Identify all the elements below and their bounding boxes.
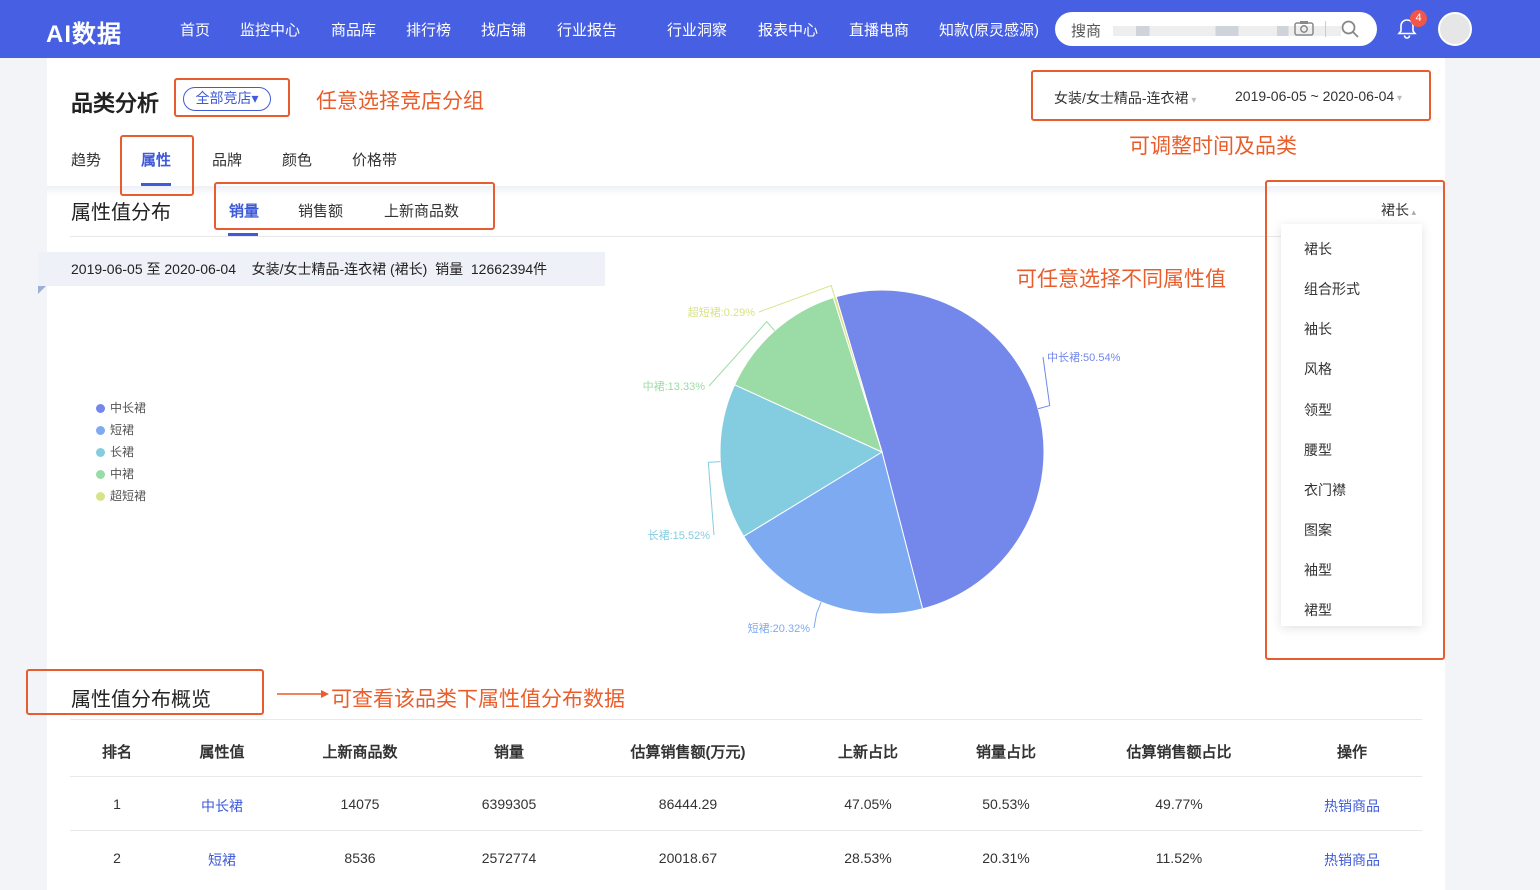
pie-leader-line: [707, 461, 721, 536]
legend-dot: [96, 470, 105, 479]
nav-report-center[interactable]: 报表中心: [758, 19, 818, 40]
legend-label: 短裙: [110, 423, 135, 437]
table-divider: [70, 830, 1422, 831]
camera-icon[interactable]: [1294, 20, 1314, 36]
annotation-box-metric: [214, 182, 495, 230]
pie-slice-label: 中长裙:50.54%: [1047, 351, 1121, 364]
arrow-right-icon: [277, 690, 329, 698]
pie-slice-label: 短裙:20.32%: [748, 621, 811, 635]
table-cell: 11.52%: [1155, 850, 1203, 866]
table-cell: 49.77%: [1155, 796, 1203, 812]
nav-find-store[interactable]: 找店铺: [481, 19, 526, 40]
app-logo[interactable]: AI数据: [46, 14, 122, 49]
hot-products-link[interactable]: 热销商品: [1324, 850, 1380, 870]
pie-slice-label: 长裙:15.52%: [648, 529, 711, 542]
legend-item[interactable]: 中长裙: [96, 401, 146, 415]
table-cell: 2: [113, 850, 121, 866]
legend-item[interactable]: 中裙: [96, 467, 134, 481]
annotation-overview: 可查看该品类下属性值分布数据: [331, 688, 625, 711]
table-cell: 20.31%: [982, 850, 1030, 866]
legend-dot: [96, 426, 105, 435]
table-header: 销量: [493, 744, 525, 761]
annotation-box-filters: [1031, 70, 1431, 121]
nav-rankings[interactable]: 排行榜: [406, 19, 451, 40]
legend-dot: [96, 448, 105, 457]
legend-dot: [96, 404, 105, 413]
table-header: 销量占比: [975, 744, 1037, 761]
table-header: 属性值: [199, 744, 245, 761]
nav-home[interactable]: 首页: [180, 19, 210, 40]
tab-color[interactable]: 颜色: [282, 149, 312, 170]
table-cell: 20018.67: [658, 850, 718, 866]
nav-live-ecommerce[interactable]: 直播电商: [849, 19, 909, 40]
table-cell: 50.53%: [982, 796, 1030, 812]
tab-trend[interactable]: 趋势: [71, 149, 101, 170]
divider: [70, 719, 1422, 720]
pie-leader-line: [813, 601, 822, 629]
table-cell: 6399305: [481, 796, 537, 812]
nav-industry-report[interactable]: 行业报告: [557, 19, 617, 40]
section-title-distribution: 属性值分布: [71, 202, 171, 224]
pie-leader-line: [1037, 356, 1051, 410]
legend-label: 中长裙: [110, 401, 147, 415]
legend-item[interactable]: 超短裙: [96, 489, 146, 503]
table-cell: 14075: [340, 796, 380, 812]
table-cell: 47.05%: [844, 796, 892, 812]
table-header: 估算销售额(万元): [630, 744, 746, 761]
legend-dot: [96, 492, 105, 501]
search-icon[interactable]: [1340, 19, 1360, 39]
nav-zhikuan[interactable]: 知款(原灵感源): [939, 19, 1039, 40]
nav-monitor[interactable]: 监控中心: [240, 19, 300, 40]
tab-brand[interactable]: 品牌: [212, 149, 242, 170]
table-cell: 28.53%: [844, 850, 892, 866]
pie-chart: 中长裙:50.54% 短裙:20.32% 长裙:15.52% 中裙:13.33% 超短裙…: [643, 284, 1121, 635]
annotation-box-overview: [26, 669, 264, 715]
summary-info-text: 2019-06-05 至 2020-06-04 女装/女士精品-连衣裙 (裙长)…: [71, 261, 548, 277]
legend-label: 长裙: [110, 445, 135, 459]
table-cell: 86444.29: [658, 796, 718, 812]
table-header: 估算销售额占比: [1126, 744, 1232, 761]
legend-label: 超短裙: [110, 489, 147, 503]
pie-slice-label: 超短裙:0.29%: [688, 305, 755, 319]
top-navbar: AI数据 首页 监控中心 商品库 排行榜 找店铺 行业报告 行业洞察 报表中心 …: [0, 0, 1540, 58]
table-divider: [70, 776, 1422, 777]
nav-products[interactable]: 商品库: [331, 19, 376, 40]
table-header: 操作: [1336, 744, 1368, 761]
avatar[interactable]: [1438, 12, 1472, 46]
annotation-time-category: 可调整时间及品类: [1129, 135, 1297, 158]
annotation-box-tab: [120, 135, 194, 196]
search-box[interactable]: 搜商: [1055, 12, 1377, 46]
notification-badge: 4: [1410, 10, 1427, 27]
annotation-box-group: [174, 78, 290, 117]
legend-item[interactable]: 长裙: [96, 445, 134, 459]
annotation-group: 任意选择竞店分组: [316, 90, 484, 113]
search-input[interactable]: 搜商: [1071, 20, 1101, 41]
table-cell: 8536: [344, 850, 376, 866]
table-cell: 2572774: [481, 850, 537, 866]
table-header: 上新占比: [837, 744, 899, 761]
search-divider: [1325, 21, 1326, 37]
annotation-box-attribute: [1265, 180, 1445, 660]
table-header: 排名: [101, 744, 133, 761]
summary-info-bar: 2019-06-05 至 2020-06-04 女装/女士精品-连衣裙 (裙长)…: [38, 252, 605, 286]
pie-slice-label: 中裙:13.33%: [643, 380, 706, 393]
table-cell: 1: [113, 796, 121, 812]
hot-products-link[interactable]: 热销商品: [1324, 796, 1380, 816]
legend-label: 中裙: [110, 467, 135, 481]
page-title: 品类分析: [71, 91, 160, 116]
attribute-value-link[interactable]: 短裙: [208, 850, 236, 870]
corner-fold-icon: [38, 286, 46, 294]
divider: [70, 236, 1422, 237]
table-header: 上新商品数: [322, 744, 398, 761]
tab-price-band[interactable]: 价格带: [352, 149, 397, 170]
attribute-value-link[interactable]: 中长裙: [201, 796, 243, 816]
nav-industry-insight[interactable]: 行业洞察: [667, 19, 727, 40]
legend-item[interactable]: 短裙: [96, 423, 134, 437]
